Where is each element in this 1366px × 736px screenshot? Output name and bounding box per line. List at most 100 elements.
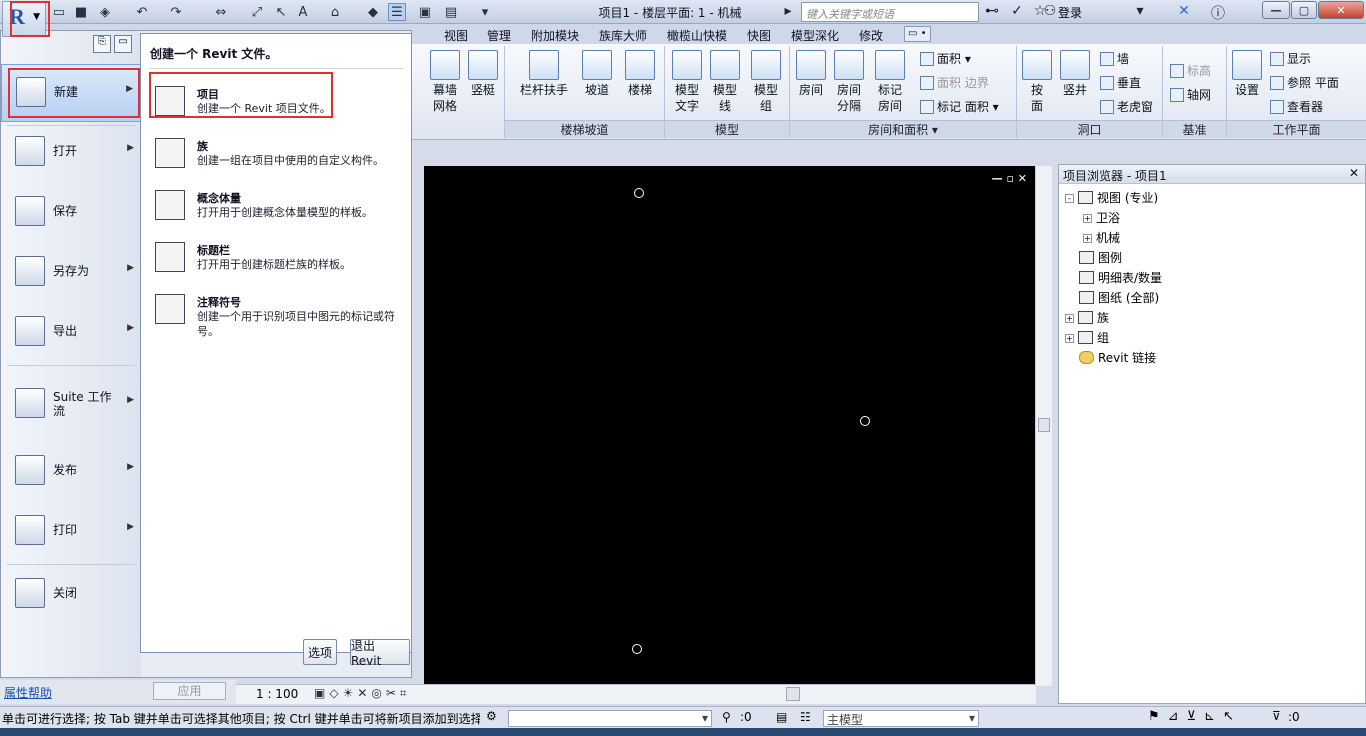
tree-node-plumbing[interactable]: + 卫浴 bbox=[1083, 209, 1120, 226]
tab-model-deepen[interactable]: 模型深化 bbox=[791, 27, 839, 44]
search-input[interactable]: 键入关键字或短语 bbox=[801, 2, 979, 22]
undo-icon[interactable]: ↶ bbox=[133, 3, 151, 21]
selection-filter-icon[interactable]: ⚲ bbox=[722, 710, 731, 724]
help-icon[interactable]: ⓘ bbox=[1208, 3, 1228, 23]
3d-view-icon[interactable]: ⌂ bbox=[326, 3, 344, 21]
open-icon[interactable]: ▭ bbox=[50, 3, 68, 21]
text-icon[interactable]: A bbox=[294, 3, 312, 21]
menu-item-print[interactable]: 打印 ▶ bbox=[1, 503, 141, 561]
tab-addins[interactable]: 附加模块 bbox=[531, 27, 579, 44]
model-group-button[interactable]: 模型 组 bbox=[748, 50, 784, 114]
filter-icon[interactable]: ⊽ bbox=[1272, 709, 1281, 723]
align-icon[interactable]: ⇔ bbox=[212, 3, 230, 21]
measure-icon[interactable]: ⤢ bbox=[248, 3, 266, 21]
workset-dropdown[interactable]: ▾ bbox=[508, 710, 712, 727]
recent-docs-icon[interactable]: ⎘ bbox=[93, 35, 111, 53]
user-icon[interactable]: ⚇ bbox=[1040, 3, 1060, 19]
new-family-item[interactable]: 族创建一组在项目中使用的自定义构件。 bbox=[153, 136, 403, 182]
group-room-area[interactable]: 房间和面积 ▾ bbox=[790, 120, 1016, 138]
set-workplane-button[interactable]: 设置 bbox=[1230, 50, 1264, 98]
ref-plane-button[interactable]: 参照 平面 bbox=[1270, 74, 1339, 91]
switch-windows-icon[interactable]: ▣ bbox=[416, 3, 434, 21]
shaft-button[interactable]: 竖井 bbox=[1058, 50, 1092, 98]
vertical-opening-button[interactable]: 垂直 bbox=[1100, 74, 1141, 91]
menu-item-close[interactable]: 关闭 bbox=[1, 566, 141, 624]
close-hidden-icon[interactable]: ▤ bbox=[442, 3, 460, 21]
new-titleblock-item[interactable]: 标题栏 打开用于创建标题栏族的样板。 bbox=[153, 240, 403, 286]
tree-node-revit-links[interactable]: Revit 链接 bbox=[1079, 349, 1156, 366]
view-control-icons[interactable]: ▣◇☀✕◎✂⌗ bbox=[314, 686, 411, 701]
options-button[interactable]: 选项 bbox=[303, 639, 337, 665]
elevation-marker[interactable] bbox=[634, 188, 644, 198]
exit-revit-button[interactable]: 退出 Revit bbox=[350, 639, 410, 668]
tree-node-schedules[interactable]: 明细表/数量 bbox=[1079, 269, 1162, 286]
apply-button[interactable]: 应用 bbox=[153, 682, 226, 700]
tab-view[interactable]: 视图 bbox=[444, 27, 468, 44]
open-docs-icon[interactable]: ▭ bbox=[114, 35, 132, 53]
elevation-marker[interactable] bbox=[860, 416, 870, 426]
tab-family-master[interactable]: 族库大师 bbox=[599, 27, 647, 44]
section-icon[interactable]: ◆ bbox=[364, 3, 382, 21]
view-window-controls[interactable]: — ▫ ✕ bbox=[992, 172, 1027, 185]
view-scale[interactable]: 1 : 100 bbox=[256, 687, 298, 701]
by-face-button[interactable]: 按 面 bbox=[1020, 50, 1054, 114]
tree-node-mechanical[interactable]: + 机械 bbox=[1083, 229, 1120, 246]
tree-node-families[interactable]: + 族 bbox=[1065, 309, 1109, 326]
chevron-right-icon[interactable]: ▸ bbox=[778, 3, 798, 19]
subscription-icon[interactable]: ✓ bbox=[1007, 3, 1027, 19]
editable-only-icon[interactable]: ▤ bbox=[776, 710, 787, 724]
grid-button[interactable]: 轴网 bbox=[1170, 86, 1211, 103]
menu-item-publish[interactable]: 发布 ▶ bbox=[1, 443, 141, 501]
design-options-icon[interactable]: ☷ bbox=[800, 710, 811, 724]
model-text-button[interactable]: 模型 文字 bbox=[670, 50, 704, 114]
panel-toggle-icon[interactable]: ▭ • bbox=[904, 26, 931, 42]
properties-help-link[interactable]: 属性帮助 bbox=[4, 684, 52, 701]
menu-item-save-as[interactable]: 另存为 ▶ bbox=[1, 244, 141, 302]
tree-node-legends[interactable]: 图例 bbox=[1079, 249, 1122, 266]
wall-opening-button[interactable]: 墙 bbox=[1100, 50, 1129, 67]
tab-manage[interactable]: 管理 bbox=[487, 27, 511, 44]
stair-button[interactable]: 楼梯 bbox=[622, 50, 658, 98]
railing-button[interactable]: 栏杆扶手 bbox=[516, 50, 572, 98]
menu-item-open[interactable]: 打开 ▶ bbox=[1, 124, 141, 182]
design-option-dropdown[interactable]: 主模型 ▾ bbox=[823, 710, 979, 727]
menu-item-save[interactable]: 保存 bbox=[1, 184, 141, 242]
model-line-button[interactable]: 模型 线 bbox=[708, 50, 742, 114]
tree-node-groups[interactable]: + 组 bbox=[1065, 329, 1109, 346]
curtain-grid-button[interactable]: 幕墙 网格 bbox=[428, 50, 462, 114]
vertical-scrollbar[interactable] bbox=[1035, 166, 1052, 686]
exchange-icon[interactable]: ✕ bbox=[1174, 3, 1194, 19]
thin-lines-icon[interactable]: ☰ bbox=[388, 3, 406, 21]
tree-node-sheets[interactable]: 图纸 (全部) bbox=[1079, 289, 1159, 306]
tag-room-button[interactable]: 标记 房间 bbox=[872, 50, 908, 114]
dimension-icon[interactable]: ↖ bbox=[272, 3, 290, 21]
mullion-button[interactable]: 竖梃 bbox=[466, 50, 500, 98]
tag-area-button[interactable]: 标记 面积 ▾ bbox=[920, 98, 999, 115]
drawing-canvas[interactable]: — ▫ ✕ bbox=[424, 166, 1035, 686]
login-link[interactable]: 登录 bbox=[1058, 4, 1082, 21]
room-button[interactable]: 房间 bbox=[794, 50, 828, 98]
menu-item-export[interactable]: 导出 ▶ bbox=[1, 304, 141, 362]
level-button[interactable]: 标高 bbox=[1170, 62, 1211, 79]
worksets-icon[interactable]: ⚙ bbox=[486, 709, 497, 723]
tab-quick-view[interactable]: 快图 bbox=[747, 27, 771, 44]
ramp-button[interactable]: 坡道 bbox=[580, 50, 614, 98]
elevation-marker[interactable] bbox=[632, 644, 642, 654]
dropdown-icon[interactable]: ▾ bbox=[1130, 3, 1150, 19]
scrollbar-thumb[interactable] bbox=[1038, 418, 1050, 432]
tab-modify[interactable]: 修改 bbox=[859, 27, 883, 44]
close-icon[interactable]: ✕ bbox=[1349, 166, 1359, 180]
redo-icon[interactable]: ↷ bbox=[167, 3, 185, 21]
horizontal-scroll-thumb[interactable] bbox=[786, 687, 800, 701]
area-boundary-button[interactable]: 面积 边界 bbox=[920, 74, 989, 91]
sync-icon[interactable]: ◈ bbox=[96, 3, 114, 21]
area-button[interactable]: 面积 ▾ bbox=[920, 50, 971, 67]
viewer-button[interactable]: 查看器 bbox=[1270, 98, 1323, 115]
close-button[interactable]: ✕ bbox=[1318, 1, 1364, 19]
new-annotation-symbol-item[interactable]: 注释符号 创建一个用于识别项目中图元的标记或符号。 bbox=[153, 292, 403, 338]
tab-ganlanshan[interactable]: 橄榄山快模 bbox=[667, 27, 727, 44]
save-icon[interactable]: ■ bbox=[72, 3, 90, 21]
room-separator-button[interactable]: 房间 分隔 bbox=[832, 50, 866, 114]
dormer-button[interactable]: 老虎窗 bbox=[1100, 98, 1153, 115]
tree-node-views[interactable]: - 视图 (专业) bbox=[1065, 189, 1158, 206]
